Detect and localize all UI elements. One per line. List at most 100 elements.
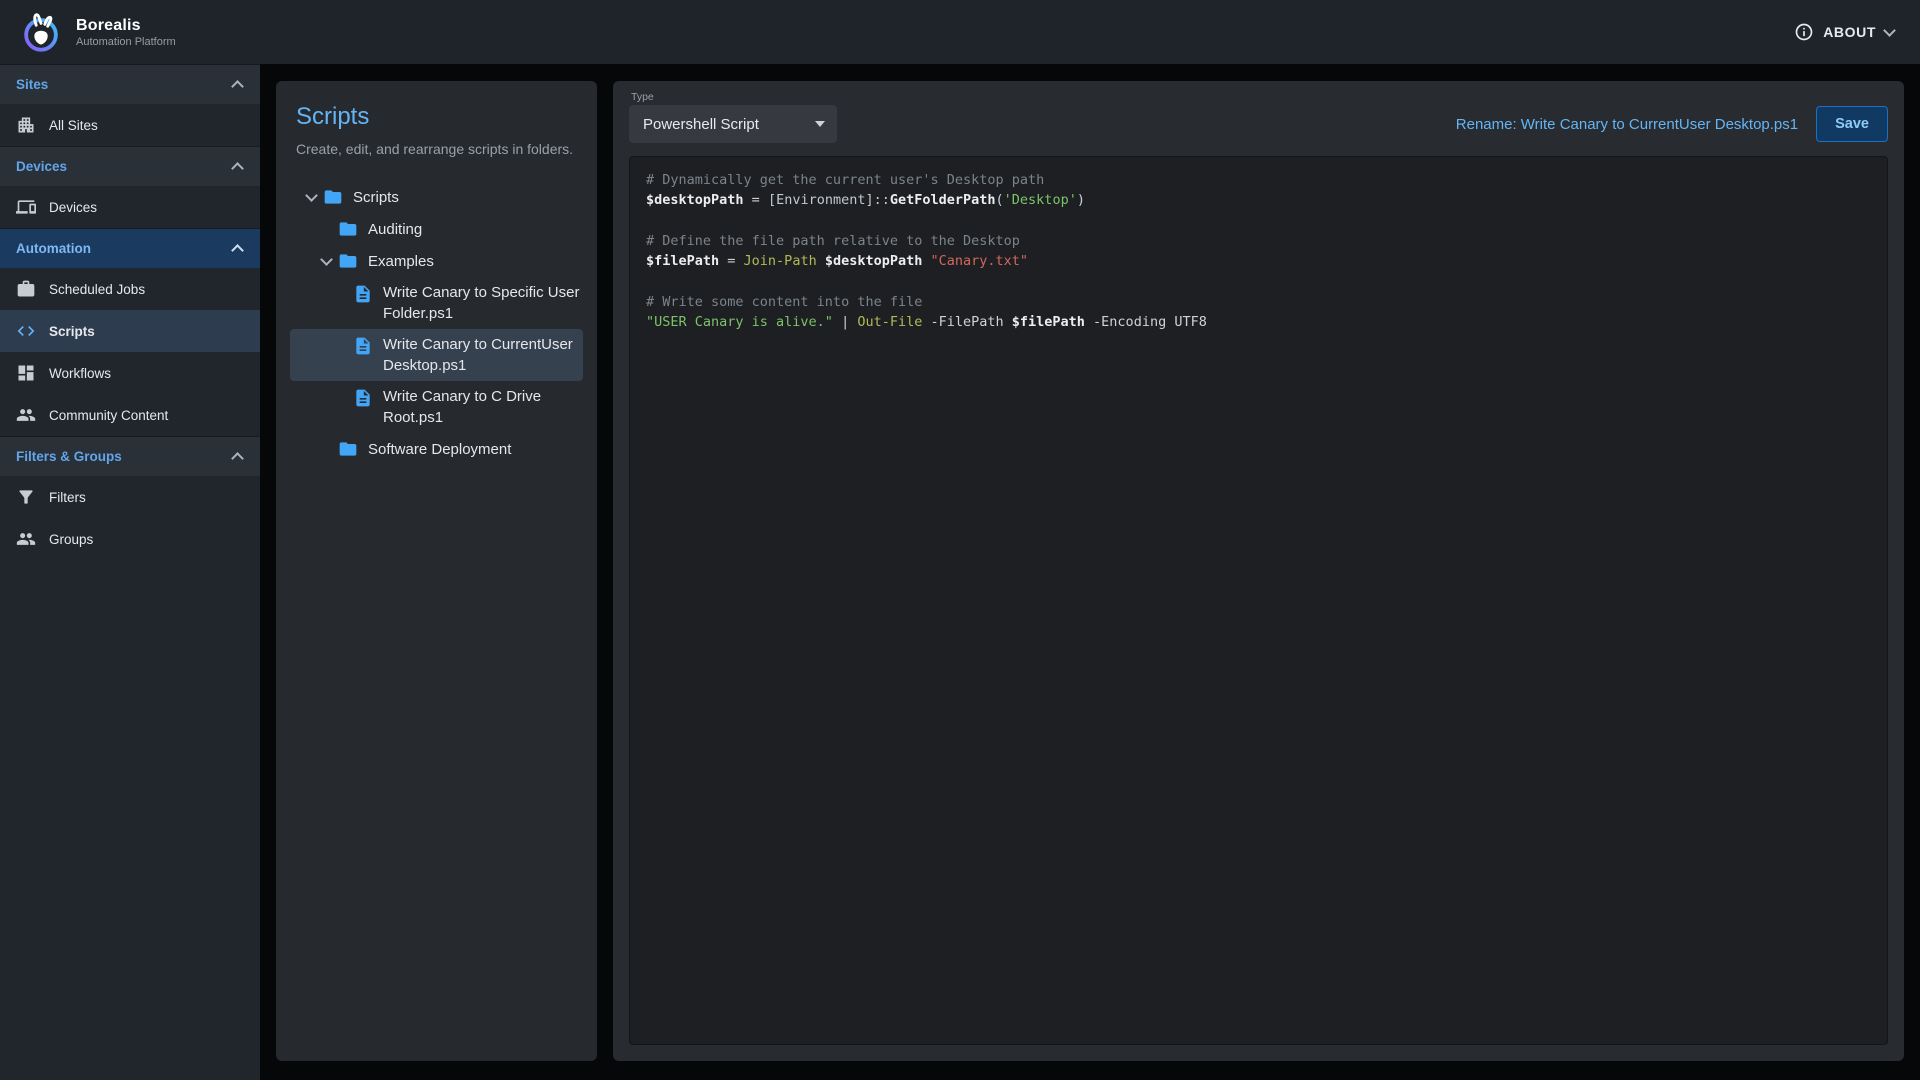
indent-spacer <box>330 386 352 407</box>
indent-spacer <box>315 218 337 240</box>
sidebar-item-label: Devices <box>49 200 97 215</box>
folder-icon <box>337 218 359 240</box>
tree-item-label: Software Deployment <box>368 439 511 460</box>
sidebar-item-community-content[interactable]: Community Content <box>0 394 260 436</box>
top-bar: Borealis Automation Platform ABOUT <box>0 0 1920 64</box>
community-icon <box>16 405 36 425</box>
sidebar-item-workflows[interactable]: Workflows <box>0 352 260 394</box>
tree-item-label: Write Canary to Specific User Folder.ps1 <box>383 282 583 324</box>
sidebar-section-automation[interactable]: Automation <box>0 228 260 268</box>
code-editor[interactable]: # Dynamically get the current user's Des… <box>629 156 1888 1045</box>
tree-folder-software-deployment[interactable]: Software Deployment <box>290 433 583 465</box>
code-line: $desktopPath = [Environment]::GetFolderP… <box>646 190 1871 210</box>
code-token: Join-Path <box>744 253 817 269</box>
scripts-panel: Scripts Create, edit, and rearrange scri… <box>276 81 597 1061</box>
code-token: $desktopPath <box>646 192 744 208</box>
type-label: Type <box>631 91 837 103</box>
sidebar-section-label: Devices <box>16 159 67 174</box>
chevron-up-icon <box>231 162 244 175</box>
tree-item-label: Write Canary to CurrentUser Desktop.ps1 <box>383 334 583 376</box>
code-icon <box>16 321 36 341</box>
code-token: # Define the file path relative to the D… <box>646 233 1020 249</box>
code-token: ( <box>996 192 1004 208</box>
scripts-tree: Scripts Auditing Examples Write Canary to S… <box>276 181 597 465</box>
tree-folder-scripts[interactable]: Scripts <box>290 181 583 213</box>
sites-icon <box>16 115 36 135</box>
sidebar-item-scripts[interactable]: Scripts <box>0 310 260 352</box>
code-token: # Dynamically get the current user's Des… <box>646 172 1044 188</box>
select-caret-icon <box>815 121 825 127</box>
scripts-panel-title: Scripts <box>276 103 597 131</box>
indent-spacer <box>330 282 352 303</box>
indent-spacer <box>315 438 337 460</box>
info-icon <box>1794 22 1814 42</box>
app-name: Borealis <box>76 17 176 35</box>
code-token: $desktopPath <box>825 253 923 269</box>
save-button[interactable]: Save <box>1816 106 1888 142</box>
scripts-panel-subtitle: Create, edit, and rearrange scripts in f… <box>276 141 597 157</box>
code-line: # Write some content into the file <box>646 292 1871 312</box>
code-token: $filePath <box>1012 314 1085 330</box>
code-line: "USER Canary is alive." | Out-File -File… <box>646 312 1871 332</box>
sidebar-section-label: Automation <box>16 241 91 256</box>
tree-item-label: Write Canary to C Drive Root.ps1 <box>383 386 583 428</box>
chevron-down-glyph <box>305 189 318 202</box>
tree-item-label: Scripts <box>353 187 399 208</box>
script-type-select[interactable]: Powershell Script <box>629 105 837 143</box>
folder-icon <box>337 250 359 272</box>
sidebar-item-devices[interactable]: Devices <box>0 186 260 228</box>
tree-file-write-canary-to-specific-user-folder-ps1[interactable]: Write Canary to Specific User Folder.ps1 <box>290 277 583 329</box>
scheduled-jobs-icon <box>16 279 36 299</box>
code-line: $filePath = Join-Path $desktopPath "Cana… <box>646 251 1871 271</box>
sidebar-item-scheduled-jobs[interactable]: Scheduled Jobs <box>0 268 260 310</box>
code-token: -FilePath <box>922 314 1011 330</box>
filter-icon <box>16 487 36 507</box>
chevron-up-icon <box>231 244 244 257</box>
code-line: # Dynamically get the current user's Des… <box>646 170 1871 190</box>
sidebar-item-label: Community Content <box>49 408 168 423</box>
groups-icon <box>16 529 36 549</box>
tree-file-write-canary-to-c-drive-root-ps1[interactable]: Write Canary to C Drive Root.ps1 <box>290 381 583 433</box>
sidebar-section-devices[interactable]: Devices <box>0 146 260 186</box>
tree-folder-examples[interactable]: Examples <box>290 245 583 277</box>
sidebar-item-all-sites[interactable]: All Sites <box>0 104 260 146</box>
indent-spacer <box>330 334 352 355</box>
code-token: -Encoding UTF8 <box>1085 314 1207 330</box>
rename-link[interactable]: Rename: Write Canary to CurrentUser Desk… <box>1456 116 1798 133</box>
devices-icon <box>16 197 36 217</box>
file-icon <box>352 283 374 305</box>
brand-text: Borealis Automation Platform <box>76 17 176 48</box>
tree-file-write-canary-to-currentuser-desktop-ps1[interactable]: Write Canary to CurrentUser Desktop.ps1 <box>290 329 583 381</box>
code-token: # Write some content into the file <box>646 294 922 310</box>
sidebar: Sites All Sites Devices Devices Automation Sc… <box>0 64 260 1080</box>
about-button[interactable]: ABOUT <box>1794 22 1894 42</box>
sidebar-item-groups[interactable]: Groups <box>0 518 260 560</box>
code-token: = <box>744 192 768 208</box>
chevron-down-icon <box>315 250 337 272</box>
sidebar-item-filters[interactable]: Filters <box>0 476 260 518</box>
sidebar-section-sites[interactable]: Sites <box>0 64 260 104</box>
editor-panel: Type Powershell Script Rename: Write Can… <box>613 81 1904 1061</box>
sidebar-section-filters-groups[interactable]: Filters & Groups <box>0 436 260 476</box>
sidebar-section-label: Sites <box>16 77 48 92</box>
workflows-icon <box>16 363 36 383</box>
tree-folder-auditing[interactable]: Auditing <box>290 213 583 245</box>
code-token: "USER Canary is alive." <box>646 314 833 330</box>
sidebar-item-label: Workflows <box>49 366 111 381</box>
sidebar-item-label: Scheduled Jobs <box>49 282 145 297</box>
code-token: GetFolderPath <box>890 192 996 208</box>
sidebar-item-label: All Sites <box>49 118 98 133</box>
editor-header: Type Powershell Script Rename: Write Can… <box>629 91 1888 143</box>
brand: Borealis Automation Platform <box>18 9 176 55</box>
sidebar-section-label: Filters & Groups <box>16 449 122 464</box>
code-token: 'Desktop' <box>1004 192 1077 208</box>
chevron-down-glyph <box>320 253 333 266</box>
code-token: = <box>719 253 743 269</box>
tree-item-label: Auditing <box>368 219 422 240</box>
code-token <box>817 253 825 269</box>
code-token: ) <box>1077 192 1085 208</box>
code-line: # Define the file path relative to the D… <box>646 231 1871 251</box>
app-subtitle: Automation Platform <box>76 36 176 48</box>
code-token <box>922 253 930 269</box>
code-token: $filePath <box>646 253 719 269</box>
